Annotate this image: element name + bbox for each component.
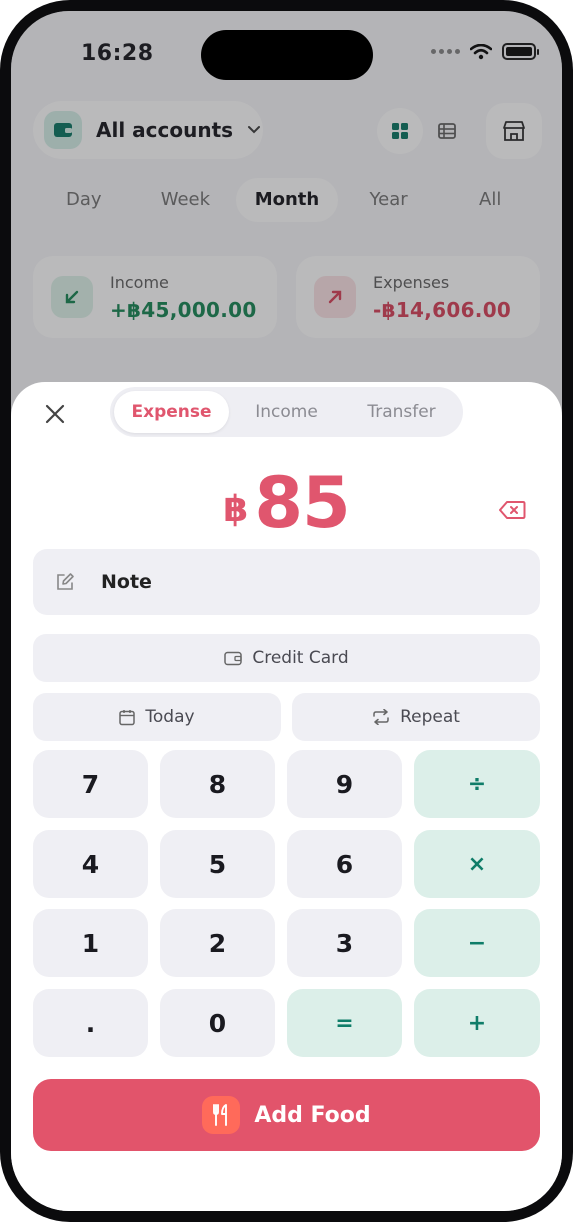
backspace-icon [499,501,526,519]
backspace-button[interactable] [497,498,527,522]
key-subtract[interactable]: − [414,909,540,977]
currency-symbol: ฿ [223,489,249,530]
repeat-button[interactable]: Repeat [292,693,540,741]
account-button-label: Credit Card [252,648,349,668]
add-food-label: Add Food [254,1102,371,1128]
account-button[interactable]: Credit Card [33,634,540,682]
dynamic-island [201,30,373,80]
edit-icon [57,573,74,590]
transaction-type-tabs: Expense Income Transfer [110,387,463,437]
key-1[interactable]: 1 [33,909,148,977]
screen: 16:28 All accounts Day Week Month Year A… [11,11,562,1211]
close-icon [45,404,65,424]
key-equals[interactable]: = [287,989,402,1057]
key-6[interactable]: 6 [287,830,402,898]
key-9[interactable]: 9 [287,750,402,818]
amount-value: 85 [254,462,350,544]
key-decimal[interactable]: . [33,989,148,1057]
calendar-icon [119,709,136,725]
note-field[interactable]: Note [33,549,540,615]
phone-frame: 16:28 All accounts Day Week Month Year A… [0,0,573,1222]
key-0[interactable]: 0 [160,989,275,1057]
add-transaction-sheet: Expense Income Transfer ฿85 Note Credit … [11,382,562,1211]
tab-income[interactable]: Income [229,391,344,433]
key-multiply[interactable]: × [414,830,540,898]
key-3[interactable]: 3 [287,909,402,977]
tab-transfer[interactable]: Transfer [344,391,459,433]
key-7[interactable]: 7 [33,750,148,818]
repeat-icon [373,709,389,725]
date-button[interactable]: Today [33,693,281,741]
key-2[interactable]: 2 [160,909,275,977]
key-8[interactable]: 8 [160,750,275,818]
key-divide[interactable]: ÷ [414,750,540,818]
close-button[interactable] [41,400,69,428]
key-4[interactable]: 4 [33,830,148,898]
amount-display: ฿85 [11,462,562,544]
add-food-button[interactable]: Add Food [33,1079,540,1151]
tab-expense[interactable]: Expense [114,391,229,433]
fork-knife-icon [202,1096,241,1134]
key-add[interactable]: + [414,989,540,1057]
date-button-label: Today [145,707,195,727]
wallet-icon [224,651,243,665]
repeat-button-label: Repeat [400,707,460,727]
note-label: Note [101,571,152,593]
key-5[interactable]: 5 [160,830,275,898]
